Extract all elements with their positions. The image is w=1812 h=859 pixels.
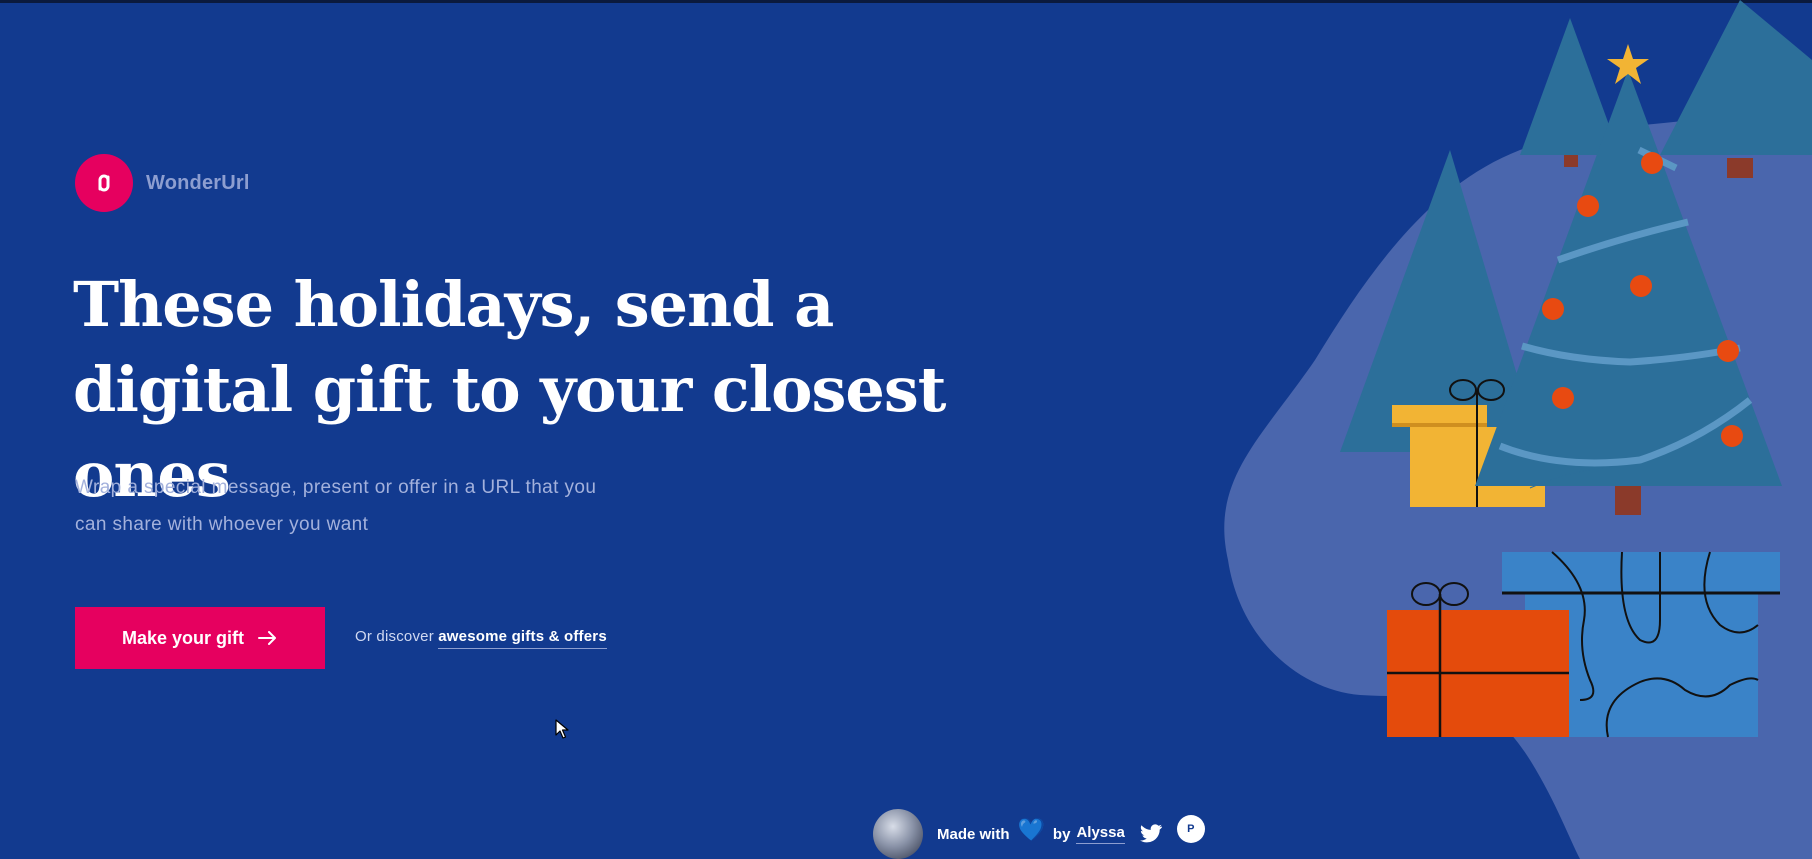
hero-subhead: Wrap a special message, present or offer…	[75, 477, 597, 535]
product-hunt-icon[interactable]: P	[1176, 815, 1205, 843]
discover-text: Or discover awesome gifts & offers	[355, 628, 607, 649]
blue-heart-icon: 💙	[1017, 817, 1045, 842]
discover-gifts-link[interactable]: awesome gifts & offers	[438, 628, 607, 649]
author-avatar	[873, 809, 923, 859]
make-gift-label: Make your gift	[121, 627, 245, 648]
author-link[interactable]: Alyssa	[1076, 824, 1125, 844]
brand-name: WonderUrl	[146, 171, 250, 194]
make-gift-button[interactable]: Make your gift	[75, 607, 325, 669]
holiday-illustration	[1224, 0, 1812, 859]
mouse-cursor-icon	[555, 719, 569, 739]
twitter-icon[interactable]	[1139, 824, 1163, 844]
footer-credits: Made with 💙 by Alyssa P	[873, 809, 1205, 859]
made-with-text: Made with	[937, 825, 1010, 843]
arrow-right-icon	[258, 631, 277, 645]
discover-prefix: Or discover	[355, 628, 434, 645]
link-icon	[75, 154, 133, 212]
brand-logo[interactable]: WonderUrl	[75, 154, 250, 212]
by-text: by	[1052, 825, 1071, 843]
